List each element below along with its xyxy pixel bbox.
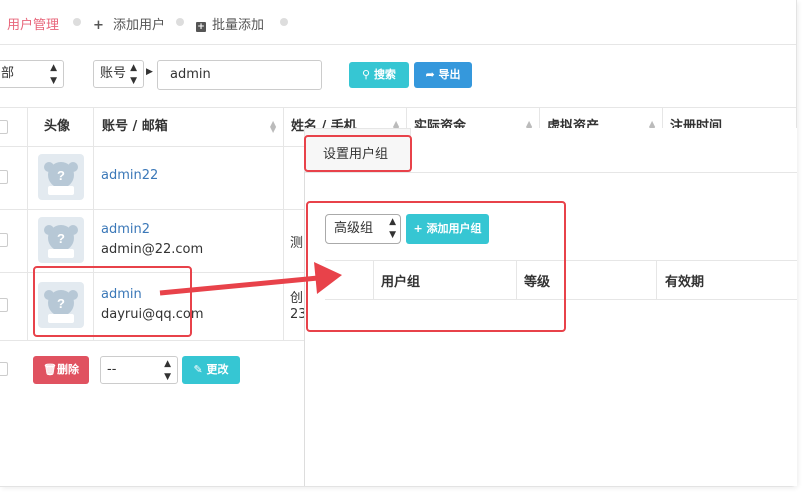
annotation-arrow — [159, 262, 342, 296]
